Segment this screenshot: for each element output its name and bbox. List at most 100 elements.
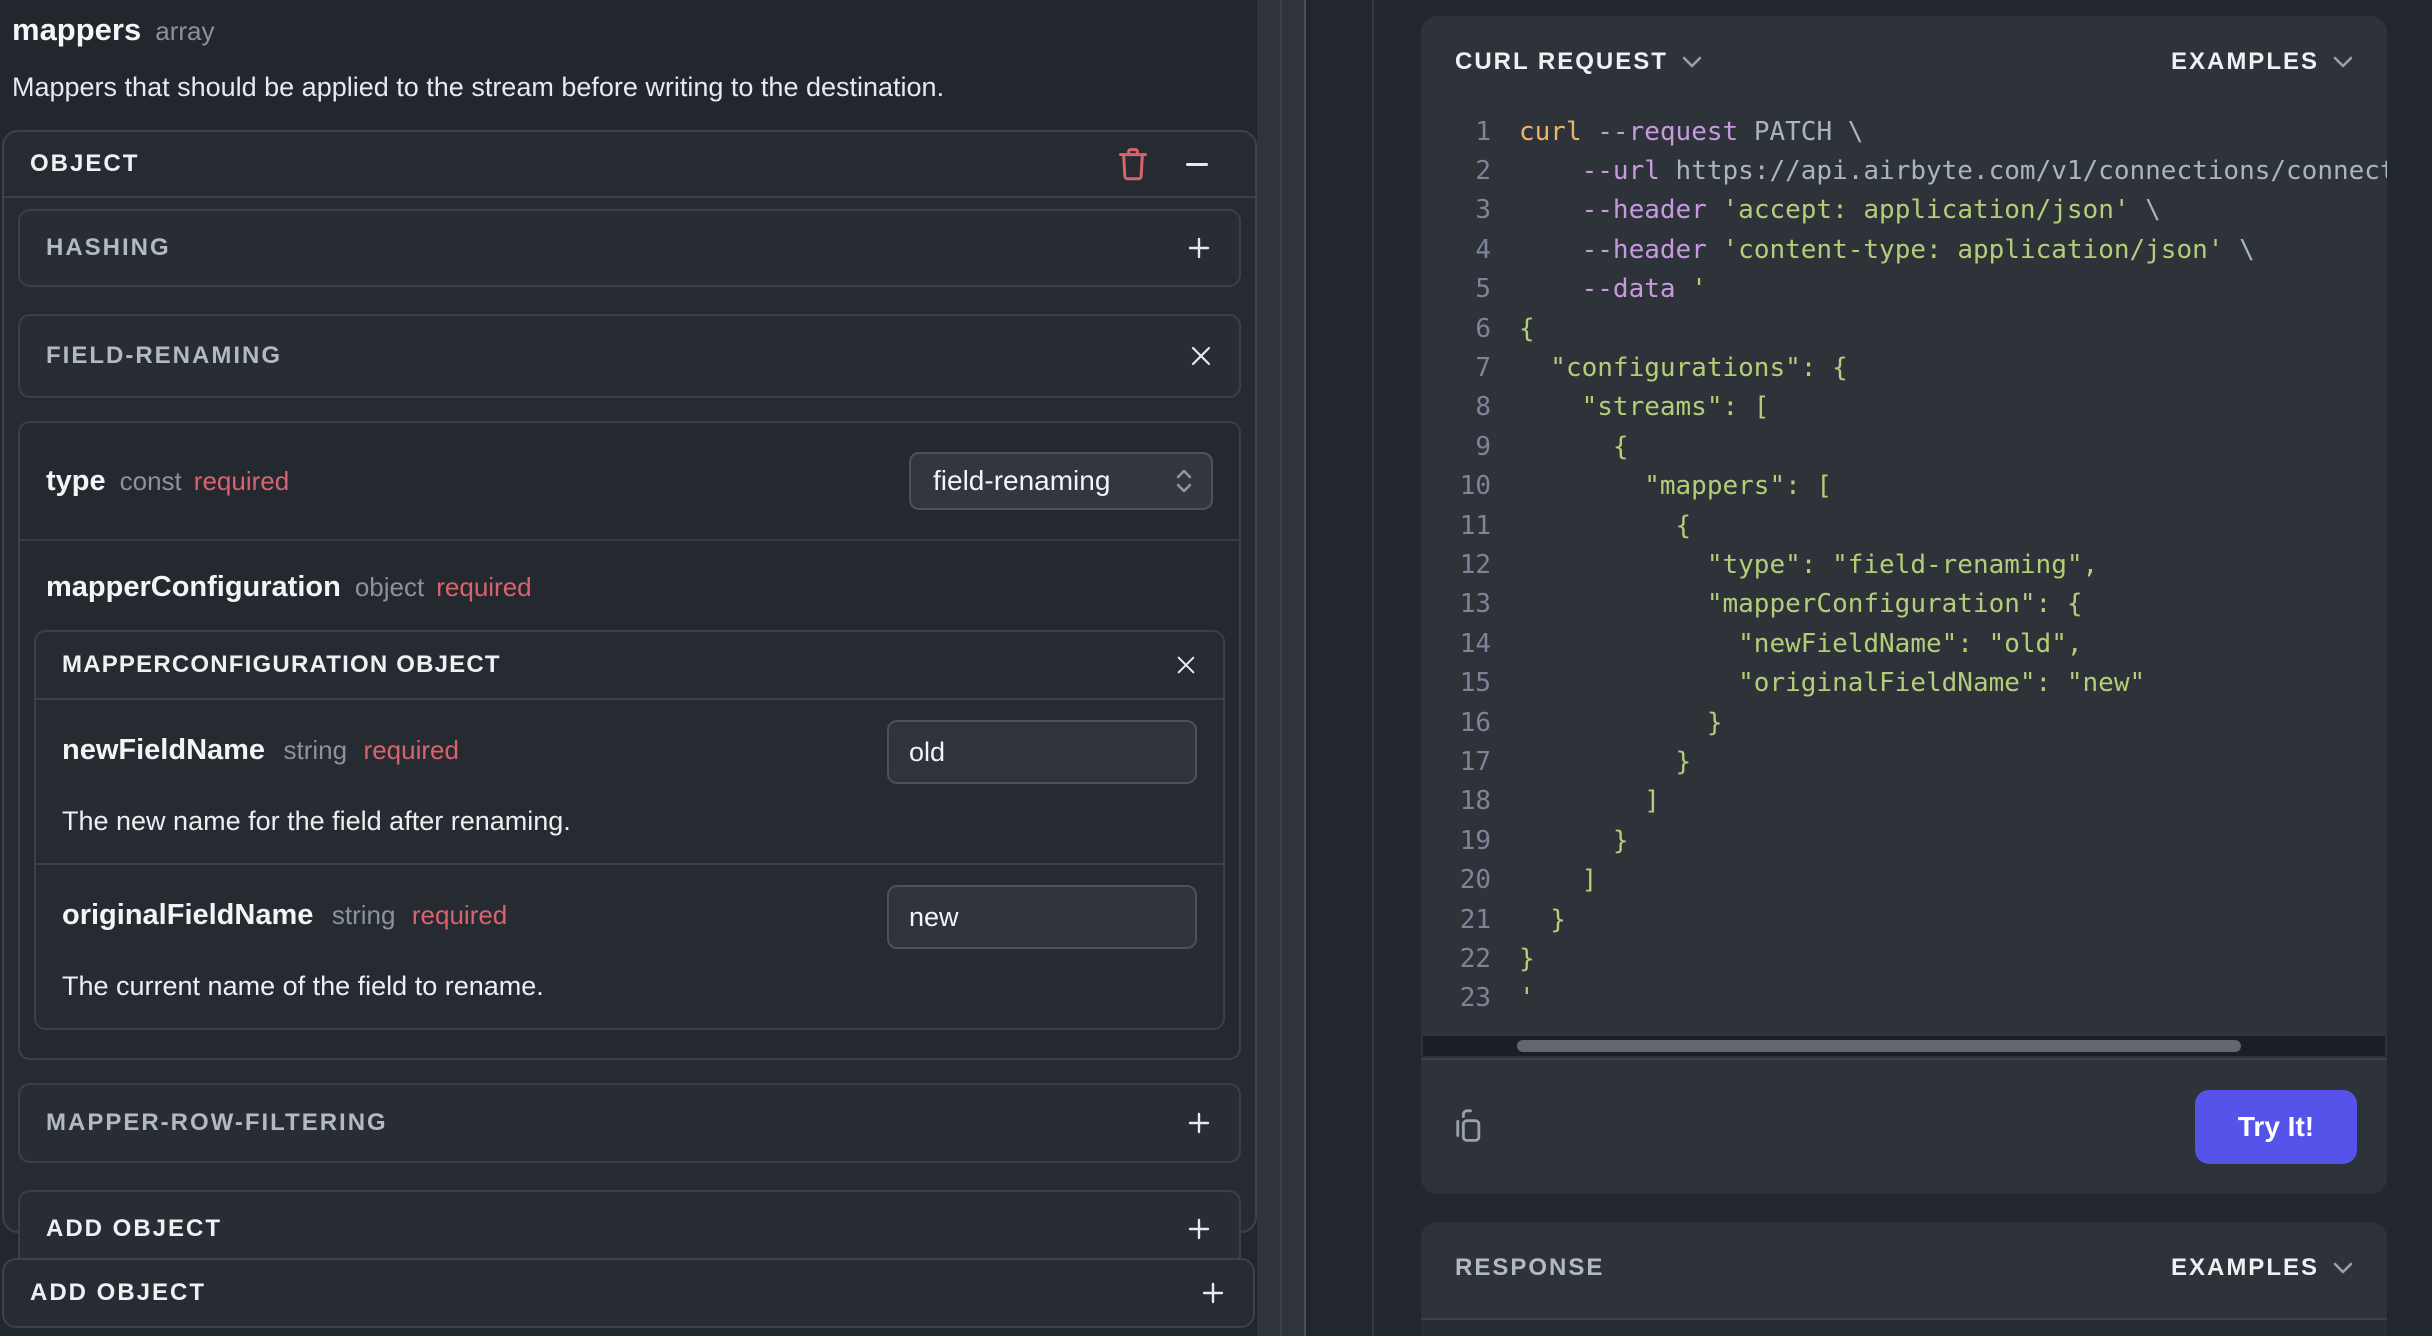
line-text: --header 'accept: application/json' \: [1581, 195, 2161, 226]
new-field-name-block: newFieldName string required The new nam…: [36, 700, 1223, 865]
object-panel-header: OBJECT: [4, 132, 1255, 198]
line-number: 11: [1459, 510, 1491, 541]
code-line: 17 }: [1421, 742, 2387, 781]
code-line: 23 ': [1421, 979, 2387, 1018]
required-badge: required: [193, 465, 290, 496]
mapper-configuration-panel-title: MAPPERCONFIGURATION OBJECT: [62, 651, 501, 678]
object-panel: OBJECT HASHING FIELD-RENAMING type const…: [2, 130, 1257, 1268]
line-number: 8: [1475, 392, 1491, 423]
minus-icon: [1186, 162, 1208, 166]
plus-icon[interactable]: [1199, 1279, 1227, 1307]
curl-request-panel: CURL REQUEST EXAMPLES 1 curl --request PA…: [1421, 16, 2387, 1194]
line-text: "originalFieldName": "new": [1519, 668, 2146, 699]
line-text: ]: [1519, 865, 1598, 896]
line-number: 10: [1459, 471, 1491, 502]
curl-panel-footer: Try It!: [1421, 1058, 2387, 1194]
request-examples-dropdown[interactable]: EXAMPLES: [2171, 48, 2353, 76]
type-property-row: type const required field-renaming: [20, 423, 1239, 541]
mapper-configuration-panel: MAPPERCONFIGURATION OBJECT newFieldName …: [34, 630, 1225, 1030]
field-description: Mappers that should be applied to the st…: [12, 72, 945, 102]
line-number: 20: [1459, 865, 1491, 896]
code-line: 9 {: [1421, 427, 2387, 466]
copy-icon: [1456, 1109, 1481, 1142]
property-kind: string: [331, 900, 396, 930]
code-line: 22}: [1421, 939, 2387, 978]
copy-code-button[interactable]: [1451, 1109, 1487, 1145]
line-text: "configurations": {: [1519, 353, 1848, 384]
hashing-row[interactable]: HASHING: [18, 209, 1241, 287]
type-select[interactable]: field-renaming: [909, 452, 1213, 510]
property-name: type: [46, 464, 106, 497]
line-number: 1: [1475, 116, 1491, 147]
code-line: 7 "configurations": {: [1421, 348, 2387, 387]
examples-label: EXAMPLES: [2170, 1254, 2319, 1281]
plus-icon[interactable]: [1185, 1215, 1213, 1243]
line-text: "newFieldName": "old",: [1519, 628, 2083, 659]
line-text: }: [1519, 904, 1566, 935]
line-text: --header 'content-type: application/json…: [1581, 234, 2255, 265]
required-badge: required: [411, 900, 508, 930]
code-line: 18 ]: [1421, 782, 2387, 821]
line-number: 18: [1459, 786, 1491, 817]
line-text: --data ': [1581, 274, 1707, 305]
property-name: newFieldName: [62, 734, 266, 766]
line-text: "mappers": [: [1519, 471, 1833, 502]
line-number: 23: [1459, 983, 1491, 1014]
line-text: {: [1519, 510, 1692, 541]
field-renaming-row[interactable]: FIELD-RENAMING: [18, 314, 1241, 398]
line-text: curl --request PATCH \: [1519, 116, 1864, 147]
try-it-button[interactable]: Try It!: [2195, 1090, 2357, 1164]
line-text: }: [1519, 825, 1629, 856]
add-object-row-outer[interactable]: ADD OBJECT: [2, 1258, 1255, 1328]
line-number: 21: [1459, 904, 1491, 935]
code-line: 19 }: [1421, 821, 2387, 860]
request-language-selector[interactable]: CURL REQUEST: [1455, 48, 1702, 76]
response-panel-header: RESPONSE EXAMPLES: [1421, 1222, 2387, 1314]
original-field-name-input[interactable]: [887, 885, 1197, 949]
line-number: 16: [1459, 707, 1491, 738]
field-name: mappers: [12, 12, 142, 47]
property-kind: string: [283, 735, 348, 765]
response-title: RESPONSE: [1455, 1254, 1605, 1281]
response-panel: RESPONSE EXAMPLES: [1421, 1222, 2387, 1336]
code-line: 10 "mappers": [: [1421, 467, 2387, 506]
code-line: 16 }: [1421, 703, 2387, 742]
chevron-down-icon: [2333, 56, 2353, 68]
line-number: 7: [1475, 353, 1491, 384]
property-label: newFieldName string required: [62, 720, 459, 767]
mapper-row-filtering-row[interactable]: MAPPER-ROW-FILTERING: [18, 1083, 1241, 1163]
chevron-down-icon: [2333, 1262, 2353, 1274]
code-line: 5 --data ': [1421, 270, 2387, 309]
line-number: 9: [1475, 431, 1491, 462]
plus-icon[interactable]: [1185, 1109, 1213, 1137]
add-object-row-inner[interactable]: ADD OBJECT: [18, 1190, 1241, 1268]
column-divider: [1372, 0, 1374, 1336]
code-line: 8 "streams": [: [1421, 388, 2387, 427]
left-column-scrollbar-gutter[interactable]: [1257, 0, 1306, 1336]
collapse-object-button[interactable]: [1179, 146, 1215, 182]
type-select-value: field-renaming: [933, 465, 1111, 496]
line-number: 15: [1459, 668, 1491, 699]
plus-icon[interactable]: [1185, 234, 1213, 262]
api-docs-screen: mappers array Mappers that should be app…: [0, 0, 2432, 1336]
code-line: 4 --header 'content-type: application/js…: [1421, 230, 2387, 269]
line-text: }: [1519, 746, 1692, 777]
code-horizontal-scrollbar[interactable]: [1423, 1036, 2385, 1056]
code-line: 21 }: [1421, 900, 2387, 939]
code-line: 11 {: [1421, 506, 2387, 545]
trash-icon: [1119, 148, 1147, 181]
response-body: [1421, 1318, 2387, 1336]
field-renaming-detail-panel: type const required field-renaming mappe…: [18, 421, 1241, 1060]
line-number: 4: [1475, 234, 1491, 265]
line-text: "streams": [: [1519, 392, 1770, 423]
close-icon[interactable]: [1175, 654, 1197, 676]
scrollbar-thumb[interactable]: [1517, 1040, 2241, 1052]
close-icon[interactable]: [1189, 344, 1213, 368]
delete-object-button[interactable]: [1115, 146, 1151, 182]
response-examples-dropdown[interactable]: EXAMPLES: [2171, 1254, 2353, 1282]
new-field-name-input[interactable]: [887, 720, 1197, 784]
field-renaming-title: FIELD-RENAMING: [46, 342, 282, 369]
line-number: 17: [1459, 746, 1491, 777]
mapper-row-filtering-title: MAPPER-ROW-FILTERING: [46, 1109, 388, 1136]
code-line: 13 "mapperConfiguration": {: [1421, 585, 2387, 624]
